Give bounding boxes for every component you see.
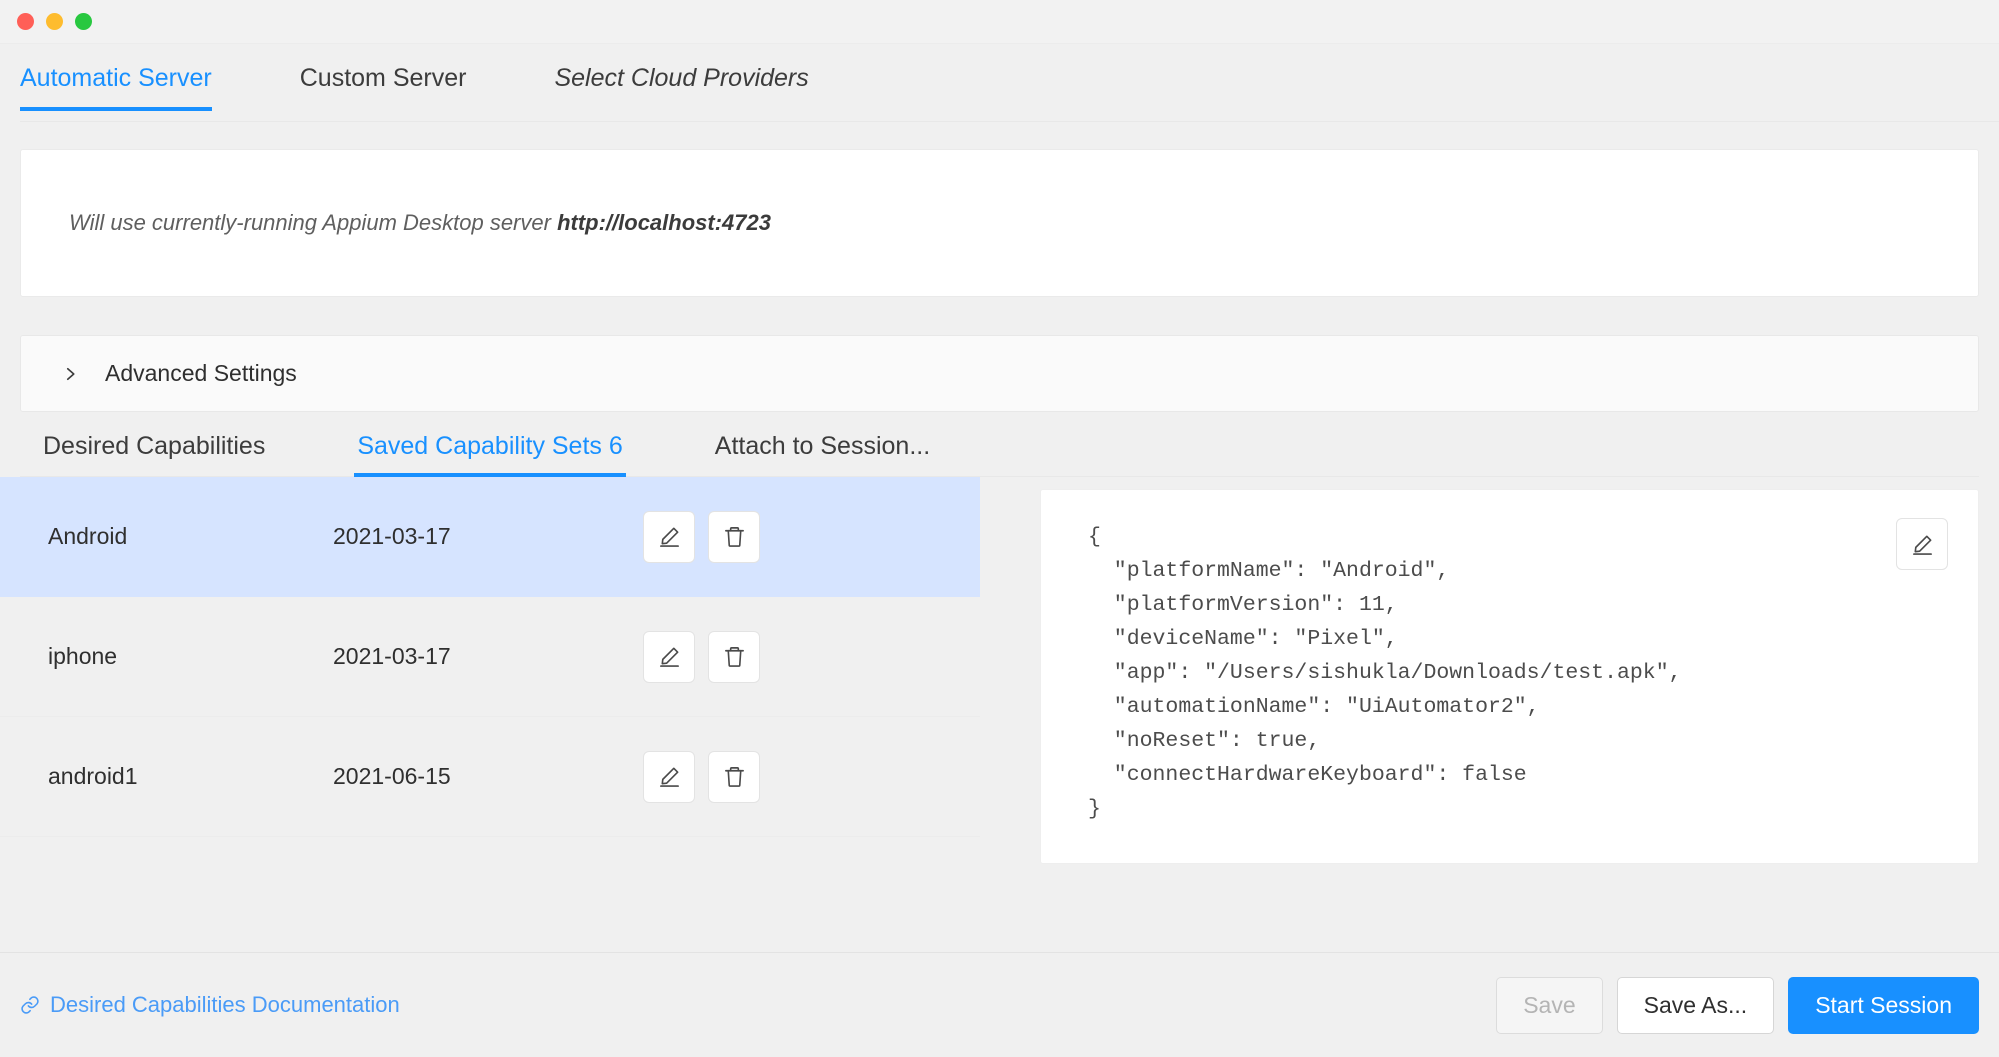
- pencil-icon: [1911, 533, 1934, 556]
- maximize-window-button[interactable]: [75, 13, 92, 30]
- row-actions: [643, 510, 760, 563]
- trash-icon: [723, 765, 746, 788]
- server-info-text: Will use currently-running Appium Deskto…: [69, 212, 771, 234]
- edit-capabilities-button[interactable]: [1896, 518, 1948, 570]
- footer-bar: Desired Capabilities Documentation Save …: [0, 952, 1999, 1057]
- capabilities-json-column: { "platformName": "Android", "platformVe…: [980, 477, 1999, 952]
- tab-custom-server[interactable]: Custom Server: [300, 44, 467, 111]
- trash-icon: [723, 525, 746, 548]
- capabilities-json-panel: { "platformName": "Android", "platformVe…: [1040, 489, 1979, 864]
- footer-actions: Save Save As... Start Session: [1496, 976, 1979, 1034]
- start-session-button-label: Start Session: [1815, 991, 1952, 1018]
- set-date: 2021-03-17: [333, 523, 451, 549]
- edit-set-button[interactable]: [643, 510, 695, 563]
- edit-set-button[interactable]: [643, 630, 695, 683]
- tab-attach-to-session-label: Attach to Session...: [714, 432, 931, 460]
- server-info-prefix: Will use currently-running Appium Deskto…: [69, 210, 558, 235]
- set-name: iphone: [48, 643, 118, 669]
- desired-capabilities-documentation-link[interactable]: Desired Capabilities Documentation: [20, 994, 400, 1016]
- tab-saved-capability-sets[interactable]: Saved Capability Sets 6: [354, 432, 627, 477]
- tab-select-cloud-providers[interactable]: Select Cloud Providers: [554, 44, 808, 111]
- edit-set-button[interactable]: [643, 750, 695, 803]
- row-actions: [643, 750, 760, 803]
- save-as-button[interactable]: Save As...: [1616, 976, 1775, 1034]
- save-button[interactable]: Save: [1496, 976, 1603, 1034]
- table-row[interactable]: android1 2021-06-15: [0, 717, 980, 837]
- save-button-label: Save: [1523, 991, 1576, 1018]
- tab-attach-to-session[interactable]: Attach to Session...: [715, 434, 930, 477]
- server-info-banner: Will use currently-running Appium Deskto…: [20, 149, 1979, 297]
- link-icon: [20, 995, 40, 1015]
- server-url: http://localhost:4723: [557, 210, 771, 235]
- row-actions: [643, 630, 760, 683]
- tab-desired-capabilities-label: Desired Capabilities: [43, 432, 266, 460]
- advanced-settings-panel[interactable]: Advanced Settings: [20, 335, 1979, 412]
- set-date: 2021-03-17: [333, 643, 451, 669]
- tab-custom-server-label: Custom Server: [299, 64, 467, 92]
- tab-saved-capability-sets-label: Saved Capability Sets 6: [357, 432, 623, 460]
- pencil-icon: [658, 525, 681, 548]
- capabilities-json-text: { "platformName": "Android", "platformVe…: [1088, 525, 1682, 821]
- set-name: android1: [48, 763, 138, 789]
- tab-automatic-server[interactable]: Automatic Server: [20, 44, 212, 111]
- table-row[interactable]: Android 2021-03-17: [0, 477, 980, 597]
- title-bar: [0, 0, 1999, 44]
- close-window-button[interactable]: [17, 13, 34, 30]
- chevron-right-icon: [61, 365, 79, 383]
- appium-session-window: Automatic Server Custom Server Select Cl…: [0, 0, 1999, 1057]
- tab-automatic-server-label: Automatic Server: [20, 64, 212, 92]
- start-session-button[interactable]: Start Session: [1788, 976, 1979, 1034]
- save-as-button-label: Save As...: [1643, 991, 1748, 1018]
- capability-tabs: Desired Capabilities Saved Capability Se…: [0, 412, 1999, 477]
- server-type-tabs: Automatic Server Custom Server Select Cl…: [0, 44, 1999, 122]
- pencil-icon: [658, 765, 681, 788]
- set-name: Android: [48, 523, 128, 549]
- tab-desired-capabilities[interactable]: Desired Capabilities: [43, 434, 265, 477]
- table-row[interactable]: iphone 2021-03-17: [0, 597, 980, 717]
- saved-capability-sets-list: Android 2021-03-17 iphone 2021-03-17 and…: [0, 477, 980, 952]
- doc-link-label: Desired Capabilities Documentation: [50, 992, 400, 1017]
- set-date: 2021-06-15: [333, 763, 451, 789]
- server-banner-wrap: Will use currently-running Appium Deskto…: [0, 122, 1999, 297]
- advanced-settings-label: Advanced Settings: [105, 360, 297, 386]
- minimize-window-button[interactable]: [46, 13, 63, 30]
- pencil-icon: [658, 645, 681, 668]
- delete-set-button[interactable]: [708, 510, 760, 563]
- advanced-settings-wrap: Advanced Settings: [0, 297, 1999, 412]
- trash-icon: [723, 645, 746, 668]
- delete-set-button[interactable]: [708, 630, 760, 683]
- main-content: Android 2021-03-17 iphone 2021-03-17 and…: [0, 477, 1999, 952]
- window-controls: [17, 13, 92, 30]
- tab-select-cloud-providers-label: Select Cloud Providers: [554, 64, 809, 92]
- delete-set-button[interactable]: [708, 750, 760, 803]
